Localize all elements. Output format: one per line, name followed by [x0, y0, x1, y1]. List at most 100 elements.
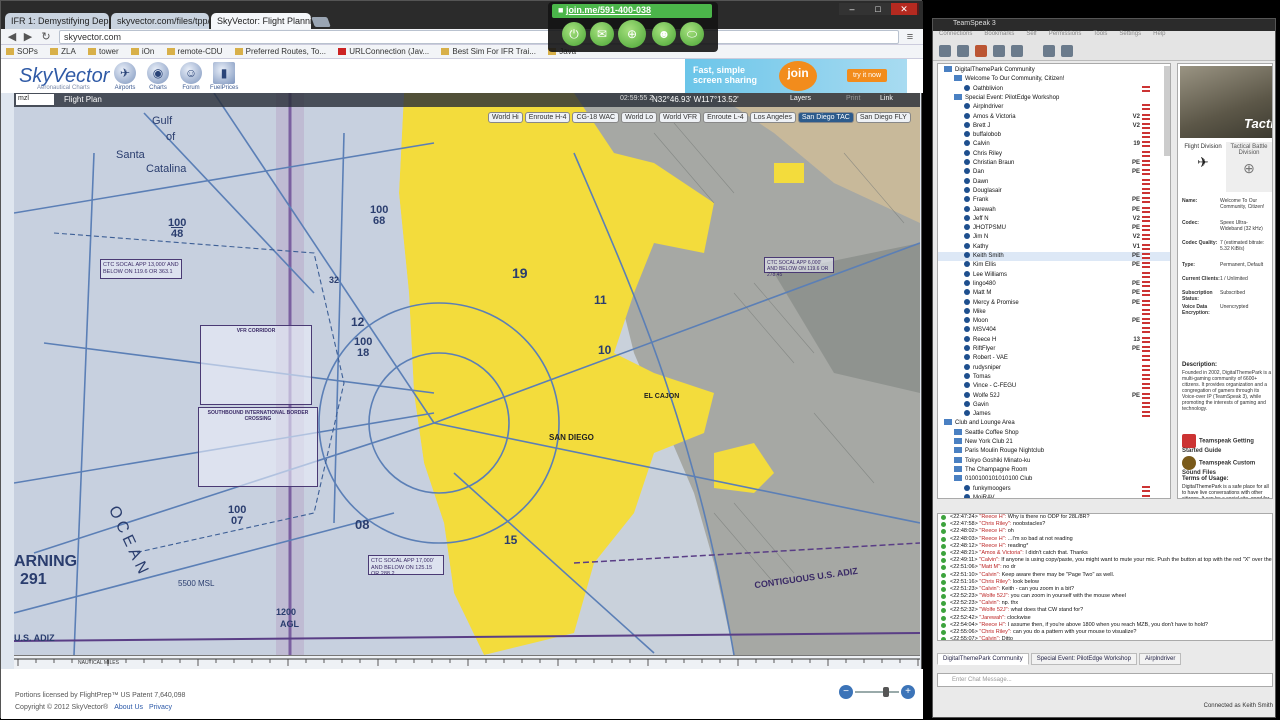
menu-item[interactable]: Bookmarks — [984, 31, 1014, 37]
wrench-icon[interactable]: ≡ — [903, 30, 917, 44]
tree-user[interactable]: Kim Ellis PE — [938, 261, 1170, 270]
tree-user[interactable]: Jeff N V2 — [938, 214, 1170, 224]
tab-tactical-battle[interactable]: Tactical Battle Division ⊕ — [1226, 142, 1272, 192]
tree-channel[interactable]: Club and Lounge Area — [938, 419, 1170, 428]
joinme-power-icon[interactable]: ⏻ — [562, 22, 586, 46]
chat-tab-channel[interactable]: Special Event: PilotEdge Workshop — [1030, 653, 1137, 665]
flight-plan-button[interactable]: Flight Plan — [64, 95, 102, 104]
getting-started-link[interactable]: Teamspeak Getting Started Guide — [1182, 434, 1272, 454]
chart-tab-selected[interactable]: San Diego TAC — [797, 112, 854, 123]
menu-item[interactable]: Tools — [1093, 31, 1107, 37]
away-icon[interactable] — [1011, 45, 1023, 57]
joinme-chat-icon[interactable]: ✉ — [590, 22, 614, 46]
chart-tab[interactable]: World Hi — [488, 112, 523, 123]
bookmark[interactable]: Best Sim For IFR Trai... — [436, 45, 541, 58]
tree-user[interactable]: Lee Williams — [938, 270, 1170, 280]
chart-tab[interactable]: CG-18 WAC — [572, 112, 620, 123]
print-button[interactable]: Print — [846, 95, 860, 102]
tree-user[interactable]: buffalobob — [938, 131, 1170, 140]
connect-icon[interactable] — [939, 45, 951, 57]
nav-airports[interactable]: ✈ Airports — [111, 62, 139, 91]
chart-tab[interactable]: World VFR — [659, 112, 702, 123]
layers-button[interactable]: Layers — [790, 95, 811, 102]
new-tab-button[interactable] — [311, 17, 331, 27]
tree-user[interactable]: RiftFlyer PE — [938, 345, 1170, 354]
privacy-link[interactable]: Privacy — [149, 704, 172, 711]
tab-tpp[interactable]: skyvector.com/files/tpp/... — [111, 13, 209, 29]
bookmark[interactable]: iOn — [126, 45, 159, 58]
tab-skyvector[interactable]: SkyVector: Flight Planning — [211, 13, 311, 29]
tree-user[interactable]: Frank PE — [938, 196, 1170, 205]
menu-item[interactable]: Permissions — [1049, 31, 1082, 37]
forward-icon[interactable]: ▶ — [21, 30, 35, 44]
tree-channel[interactable]: Seattle Coffee Shop — [938, 428, 1170, 438]
mute-speaker-icon[interactable] — [993, 45, 1005, 57]
tree-user[interactable]: Calvin 19 — [938, 140, 1170, 149]
chat-input[interactable]: Enter Chat Message... — [937, 673, 1273, 687]
tree-user[interactable]: Amos & Victoria V2 — [938, 112, 1170, 122]
tab-ifr[interactable]: IFR 1: Demystifying Depa — [5, 13, 109, 29]
tree-user[interactable]: Dawn — [938, 177, 1170, 187]
zoom-slider-knob[interactable] — [883, 687, 889, 697]
menu-item[interactable]: Help — [1153, 31, 1165, 37]
settings-icon[interactable] — [1061, 45, 1073, 57]
chart-tab[interactable]: World Lo — [621, 112, 657, 123]
tree-user[interactable]: MSV404 — [938, 326, 1170, 335]
tree-user[interactable]: MojRAV — [938, 493, 1170, 498]
zoom-slider-track[interactable] — [855, 691, 899, 693]
bookmark-icon[interactable] — [957, 45, 969, 57]
tree-user[interactable]: lingo480 PE — [938, 279, 1170, 289]
tree-user[interactable]: Keith Smith PE — [938, 252, 1170, 261]
bookmark[interactable]: tower — [83, 45, 124, 58]
tree-user[interactable]: Brett J V2 — [938, 121, 1170, 131]
chart-map[interactable]: mzl Flight Plan 02:59:55 Z N32°46.93' W1… — [14, 93, 920, 655]
joinme-url[interactable]: ■ join.me/591-400-038 — [552, 4, 712, 18]
tree-user[interactable]: James — [938, 410, 1170, 419]
bookmark[interactable]: Preferred Routes, To... — [230, 45, 331, 58]
tree-user[interactable]: Robert - VAE — [938, 354, 1170, 363]
chart-tab[interactable]: Los Angeles — [749, 112, 796, 123]
menu-item[interactable]: Self — [1026, 31, 1036, 37]
minimize-icon[interactable]: – — [839, 3, 865, 15]
tree-user[interactable]: JHOTPSMU PE — [938, 224, 1170, 233]
tree-user[interactable]: Oathblivion — [938, 84, 1170, 94]
tree-channel[interactable]: Special Event: PilotEdge Workshop — [938, 93, 1170, 103]
tree-user[interactable]: Christian Braun PE — [938, 159, 1170, 168]
tree-user[interactable]: Moon PE — [938, 317, 1170, 326]
zoom-select[interactable]: mzl — [16, 94, 54, 105]
tree-user[interactable]: funkymoogers — [938, 484, 1170, 494]
address-bar[interactable]: skyvector.com — [59, 30, 899, 44]
tree-user[interactable]: Mercy & Promise PE — [938, 298, 1170, 308]
chart-tab[interactable]: San Diego FLY — [855, 112, 911, 123]
tree-user[interactable]: Douglasair — [938, 186, 1170, 196]
tree-user[interactable]: Chris Riley — [938, 149, 1170, 159]
nav-fuelprices[interactable]: ▮ FuelPrices — [210, 62, 238, 91]
bookmark[interactable]: ZLA — [45, 45, 81, 58]
tree-channel[interactable]: DigitalThemePark Community — [938, 66, 1170, 75]
sound-files-link[interactable]: Teamspeak Custom Sound Files — [1182, 456, 1272, 476]
tree-scrollbar[interactable] — [1164, 66, 1170, 156]
bookmark[interactable]: SOPs — [1, 45, 43, 58]
tree-user[interactable]: Kathy V1 — [938, 242, 1170, 252]
close-icon[interactable]: ✕ — [891, 3, 917, 15]
joinme-zoom-icon[interactable]: ⊕ — [618, 20, 646, 48]
chart-tab[interactable]: Enroute L-4 — [703, 112, 748, 123]
joinme-people-icon[interactable]: ☻ — [652, 22, 676, 46]
nav-charts[interactable]: ◉ Charts — [144, 62, 172, 91]
mute-mic-icon[interactable] — [975, 45, 987, 57]
tree-channel[interactable]: Welcome To Our Community, Citizen! — [938, 75, 1170, 84]
zoom-in-icon[interactable]: + — [901, 685, 915, 699]
tree-user[interactable]: Gavin — [938, 400, 1170, 410]
link-button[interactable]: Link — [880, 95, 893, 102]
maximize-icon[interactable]: □ — [865, 3, 891, 15]
chat-tab-server[interactable]: DigitalThemePark Community — [937, 653, 1029, 665]
tree-user[interactable]: Airplndriver — [938, 103, 1170, 112]
tree-user[interactable]: Vince - C-FEGU — [938, 382, 1170, 391]
tree-user[interactable]: Tomas — [938, 372, 1170, 382]
back-icon[interactable]: ◀ — [5, 30, 19, 44]
tree-user[interactable]: Wolfe 52J PE — [938, 391, 1170, 401]
tree-user[interactable]: Jim N V2 — [938, 233, 1170, 242]
tree-channel[interactable]: The Champagne Room — [938, 465, 1170, 475]
tree-channel[interactable]: Paris Moulin Rouge Nightclub — [938, 447, 1170, 456]
tree-channel[interactable]: 0100100101010100 Club — [938, 475, 1170, 484]
